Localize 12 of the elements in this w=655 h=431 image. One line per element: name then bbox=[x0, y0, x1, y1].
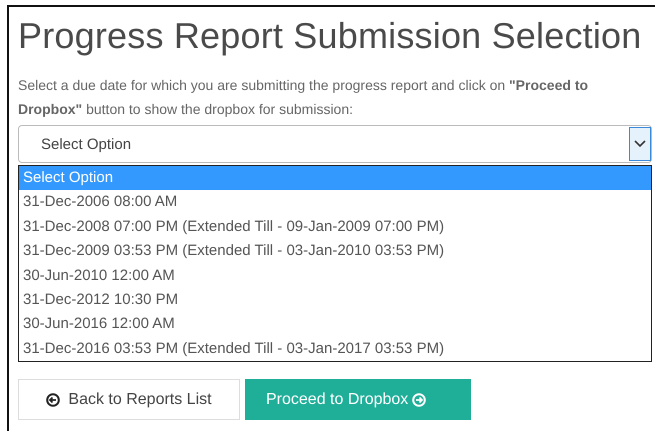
caret-icon[interactable] bbox=[629, 127, 651, 161]
dropdown-option[interactable]: 30-Jun-2016 12:00 AM bbox=[19, 312, 651, 337]
dropdown-option[interactable]: 31-Dec-2016 03:53 PM (Extended Till - 03-Jan-2017 03:53 PM) bbox=[19, 336, 651, 362]
dropdown-option[interactable]: 31-Dec-2008 07:00 PM (Extended Till - 09-Jan-2009 07:00 PM) bbox=[19, 214, 651, 240]
instructions-text: Select a due date for which you are submitting the progress report and click on "Proceed to Dropbox" button to show the dropbox for submission: bbox=[18, 76, 590, 119]
dropdown-option[interactable]: 31-Dec-2009 03:53 PM (Extended Till - 03-Jan-2010 03:53 PM) bbox=[19, 239, 651, 264]
page-title: Progress Report Submission Selection bbox=[18, 15, 642, 57]
dropdown-option[interactable]: 31-Dec-2012 10:30 PM bbox=[19, 288, 651, 312]
date-dropdown[interactable]: Select Option bbox=[18, 125, 652, 163]
dropdown-option[interactable]: 30-Jun-2010 12:00 AM bbox=[19, 264, 651, 288]
dropdown-option[interactable]: 31-Dec-2006 08:00 AM bbox=[19, 190, 651, 215]
back-button[interactable]: Back to Reports List bbox=[18, 379, 240, 420]
